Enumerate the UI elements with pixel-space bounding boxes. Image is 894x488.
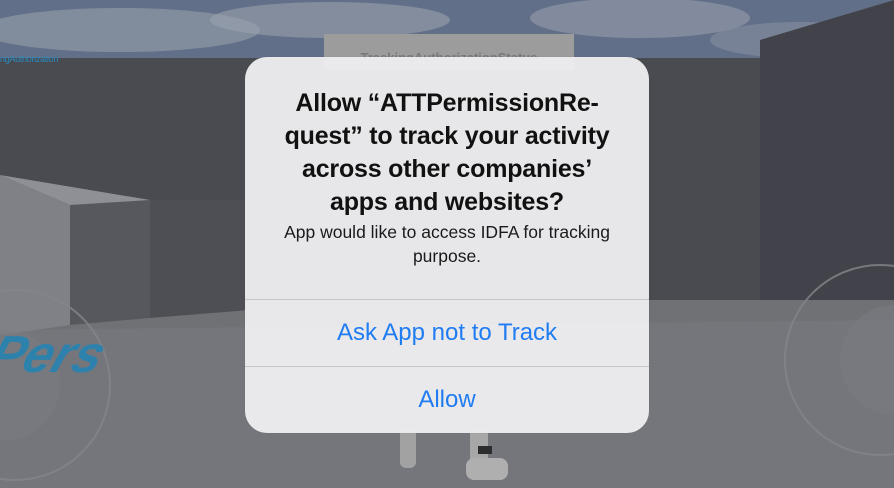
ask-not-to-track-button[interactable]: Ask App not to Track — [245, 300, 649, 366]
alert-content: Allow “ATTPermissionRe-quest” to track y… — [245, 57, 649, 299]
game-viewport: Pers TrackingAuthorizationStatus ngAutho… — [0, 0, 894, 488]
tracking-permission-alert: Allow “ATTPermissionRe-quest” to track y… — [245, 57, 649, 433]
alert-message: App would like to access IDFA for tracki… — [284, 222, 610, 266]
alert-title: Allow “ATTPermissionRe-quest” to track y… — [284, 89, 610, 216]
allow-button[interactable]: Allow — [245, 367, 649, 433]
